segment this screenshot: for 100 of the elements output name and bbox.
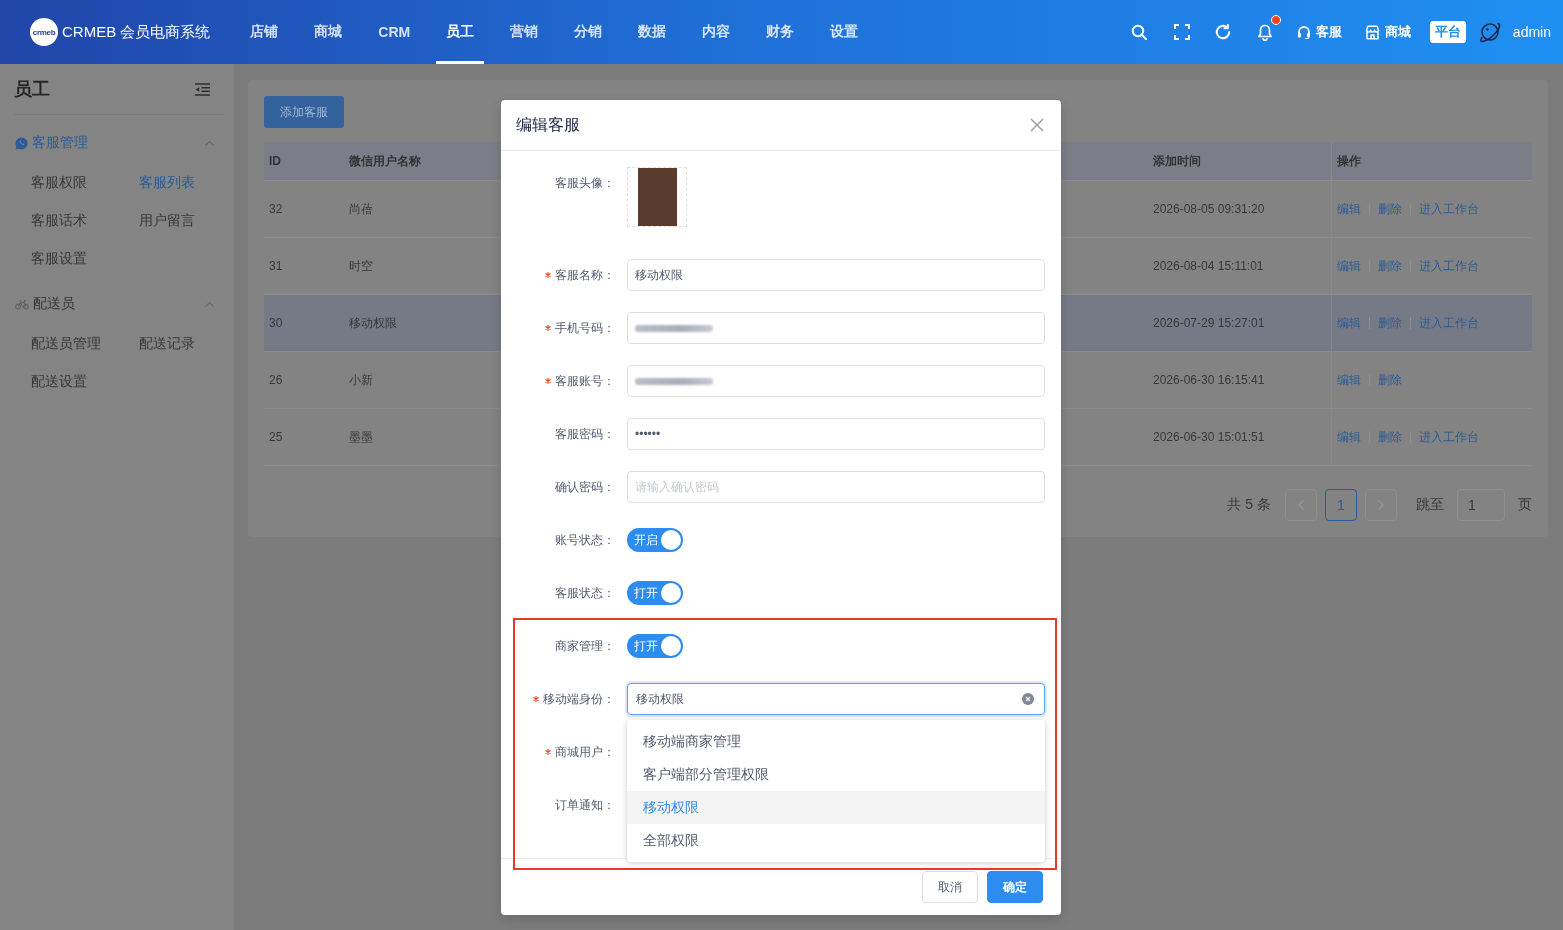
action-link[interactable]: 删除 — [1378, 314, 1402, 332]
table-cell: 2026-08-04 15:11:01 — [1153, 259, 1264, 273]
dropdown-option[interactable]: 客户端部分管理权限 — [627, 758, 1045, 791]
field-label: 订单通知： — [555, 796, 615, 814]
column-header: 微信用户名称 — [349, 152, 421, 170]
nav-tab[interactable]: 分销 — [564, 0, 613, 64]
action-link[interactable]: 进入工作台 — [1419, 428, 1479, 446]
field-label: 手机号码： — [555, 319, 615, 337]
sidebar-item[interactable]: 客服列表 — [139, 163, 195, 201]
jump-label: 跳至 — [1416, 496, 1444, 514]
nav-tab[interactable]: 店铺 — [240, 0, 289, 64]
table-cell: 2026-06-30 15:01:51 — [1153, 430, 1265, 444]
action-link[interactable]: 编辑 — [1337, 428, 1361, 446]
field-label: 确认密码： — [555, 478, 615, 496]
table-cell: 2026-08-05 09:31:20 — [1153, 202, 1265, 216]
column-header: 添加时间 — [1153, 152, 1201, 170]
sidebar-item[interactable]: 客服设置 — [31, 239, 87, 277]
store-icon — [1364, 24, 1380, 40]
nav-tab[interactable]: 数据 — [628, 0, 677, 64]
text-input[interactable] — [627, 365, 1045, 397]
select-field[interactable]: 移动权限 — [627, 683, 1045, 715]
field-label: 客服头像： — [555, 174, 615, 192]
photo-placeholder — [637, 168, 677, 226]
action-link[interactable]: 删除 — [1378, 428, 1402, 446]
table-cell: 26 — [269, 373, 283, 387]
text-input[interactable]: 移动权限 — [627, 259, 1045, 291]
column-header: 操作 — [1337, 152, 1361, 170]
column-header: ID — [269, 154, 281, 168]
brand-name: CRMEB 会员电商系统 — [62, 22, 211, 42]
table-cell: 32 — [269, 202, 283, 216]
field-label: 客服状态： — [555, 584, 615, 602]
toggle-switch[interactable]: 打开 — [627, 634, 683, 658]
field-label: 移动端身份： — [543, 690, 615, 708]
page-button[interactable]: 1 — [1325, 489, 1357, 521]
table-cell: 2026-07-29 15:27:01 — [1153, 316, 1265, 330]
field-label: 商城用户： — [555, 743, 615, 761]
table-cell: 尚蓓 — [349, 200, 373, 218]
table-cell: 墨墨 — [349, 428, 373, 446]
toggle-switch[interactable]: 开启 — [627, 528, 683, 552]
field-label: 客服名称： — [555, 266, 615, 284]
nav-tab[interactable]: 设置 — [820, 0, 869, 64]
clear-icon[interactable] — [1022, 693, 1034, 705]
dialog-title: 编辑客服 — [516, 114, 580, 135]
platform-badge[interactable]: 平台 — [1429, 21, 1466, 43]
nav-tab[interactable]: 员工 — [436, 0, 485, 64]
toggle-switch[interactable]: 打开 — [627, 581, 683, 605]
nav-tab[interactable]: 财务 — [756, 0, 805, 64]
user-name[interactable]: admin — [1512, 24, 1551, 40]
action-link[interactable]: 编辑 — [1337, 314, 1361, 332]
action-link[interactable]: 编辑 — [1337, 257, 1361, 275]
dropdown-option[interactable]: 移动端商家管理 — [627, 725, 1045, 758]
table-cell: 移动权限 — [349, 314, 397, 332]
support-link[interactable]: 客服 — [1296, 23, 1342, 41]
action-link[interactable]: 编辑 — [1337, 371, 1361, 389]
dropdown-option[interactable]: 全部权限 — [627, 824, 1045, 857]
upload-frame[interactable] — [627, 167, 687, 227]
action-link[interactable]: 删除 — [1378, 200, 1402, 218]
page-jump-input[interactable]: 1 — [1457, 489, 1505, 521]
action-link[interactable]: 删除 — [1378, 371, 1402, 389]
cancel-button[interactable]: 取消 — [922, 871, 978, 903]
refresh-icon[interactable] — [1214, 24, 1231, 40]
search-icon[interactable] — [1130, 24, 1147, 40]
sidebar-item[interactable]: 客服话术 — [31, 201, 87, 239]
table-cell: 时空 — [349, 257, 373, 275]
logo: crmeb — [30, 18, 58, 46]
table-cell: 31 — [269, 259, 283, 273]
nav-tab[interactable]: 营销 — [500, 0, 549, 64]
sidebar-group[interactable]: 配送员 — [0, 284, 234, 324]
close-icon[interactable] — [1030, 118, 1044, 132]
sidebar-item[interactable]: 配送员管理 — [31, 324, 101, 362]
table-cell: 小新 — [349, 371, 373, 389]
chat-bubble-icon — [15, 136, 28, 150]
bell-icon[interactable] — [1256, 23, 1273, 41]
table-cell: 30 — [269, 316, 283, 330]
action-link[interactable]: 删除 — [1378, 257, 1402, 275]
text-input[interactable] — [627, 312, 1045, 344]
action-link[interactable]: 进入工作台 — [1419, 257, 1479, 275]
planet-icon[interactable] — [1478, 21, 1501, 43]
shop-link[interactable]: 商城 — [1364, 23, 1411, 41]
nav-tab[interactable]: 商城 — [304, 0, 353, 64]
nav-tab[interactable]: 内容 — [692, 0, 741, 64]
nav-tab[interactable]: CRM — [368, 0, 421, 64]
field-label: 商家管理： — [555, 637, 615, 655]
sidebar-title: 员工 — [14, 78, 50, 101]
field-label: 客服账号： — [555, 372, 615, 390]
add-button[interactable]: 添加客服 — [264, 96, 344, 128]
dropdown-option[interactable]: 移动权限 — [627, 791, 1045, 824]
sidebar-item[interactable]: 用户留言 — [139, 201, 195, 239]
page-suffix: 页 — [1518, 496, 1532, 514]
sidebar-item[interactable]: 配送记录 — [139, 324, 195, 362]
action-link[interactable]: 编辑 — [1337, 200, 1361, 218]
confirm-button[interactable]: 确定 — [987, 871, 1043, 903]
sidebar-group[interactable]: 客服管理 — [0, 123, 234, 163]
sidebar-item[interactable]: 配送设置 — [31, 362, 87, 400]
action-link[interactable]: 进入工作台 — [1419, 200, 1479, 218]
headset-icon — [1296, 25, 1311, 39]
sidebar-item[interactable]: 客服权限 — [31, 163, 87, 201]
text-input[interactable]: •••••• — [627, 418, 1045, 450]
fullscreen-icon[interactable] — [1173, 24, 1190, 40]
collapse-menu-icon[interactable] — [195, 82, 210, 96]
